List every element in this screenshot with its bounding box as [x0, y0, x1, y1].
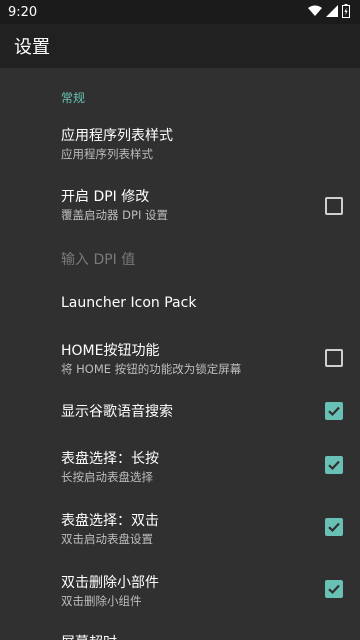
pref-summary: 双击删除小组件	[61, 594, 142, 608]
pref-title: 表盘选择：长按	[61, 451, 159, 467]
wifi-icon	[308, 5, 322, 16]
pref-summary: 覆盖启动器 DPI 设置	[61, 208, 168, 222]
battery-icon	[342, 4, 350, 18]
pref-input-dpi[interactable]: 输入 DPI 值	[0, 240, 360, 276]
pref-enable-dpi[interactable]: 开启 DPI 修改 覆盖启动器 DPI 设置	[0, 180, 360, 230]
pref-summary: 应用程序列表样式	[61, 147, 153, 161]
check-icon	[328, 522, 340, 533]
pref-screen-timeout[interactable]: 屏幕超时	[0, 626, 360, 640]
pref-icon-pack[interactable]: Launcher Icon Pack	[0, 286, 360, 322]
pref-title: 输入 DPI 值	[61, 252, 136, 268]
check-icon	[328, 584, 340, 595]
pref-home-button[interactable]: HOME按钮功能 将 HOME 按钮的功能改为锁定屏幕	[0, 332, 360, 382]
pref-summary: 将 HOME 按钮的功能改为锁定屏幕	[61, 362, 242, 376]
dial-long-press-checkbox[interactable]	[325, 456, 343, 474]
status-time: 9:20	[8, 4, 38, 20]
page-title: 设置	[14, 37, 50, 58]
pref-title: 表盘选择：双击	[61, 513, 159, 529]
pref-dial-double-tap[interactable]: 表盘选择：双击 双击启动表盘设置	[0, 502, 360, 552]
home-button-checkbox[interactable]	[325, 349, 343, 367]
app-bar: 设置	[0, 24, 360, 68]
google-voice-checkbox[interactable]	[325, 402, 343, 420]
dial-double-tap-checkbox[interactable]	[325, 518, 343, 536]
pref-title: 开启 DPI 修改	[61, 189, 150, 205]
pref-title: 双击删除小部件	[61, 575, 159, 591]
delete-widget-checkbox[interactable]	[325, 580, 343, 598]
pref-summary: 长按启动表盘选择	[61, 470, 153, 484]
check-icon	[328, 406, 340, 417]
pref-title: 显示谷歌语音搜索	[61, 404, 173, 420]
check-icon	[328, 460, 340, 471]
pref-title: 屏幕超时	[61, 632, 117, 640]
category-general-header: 常规	[61, 91, 86, 105]
enable-dpi-checkbox[interactable]	[325, 197, 343, 215]
pref-dial-long-press[interactable]: 表盘选择：长按 长按启动表盘选择	[0, 440, 360, 490]
pref-double-tap-delete-widget[interactable]: 双击删除小部件 双击删除小组件	[0, 564, 360, 614]
status-bar: 9:20	[0, 0, 360, 24]
pref-title: 应用程序列表样式	[61, 128, 173, 144]
status-icons	[308, 4, 350, 18]
pref-app-list-style[interactable]: 应用程序列表样式 应用程序列表样式	[0, 120, 360, 170]
signal-icon	[326, 5, 338, 17]
pref-google-voice-search[interactable]: 显示谷歌语音搜索	[0, 392, 360, 428]
pref-title: HOME按钮功能	[61, 343, 160, 359]
pref-title: Launcher Icon Pack	[61, 295, 197, 311]
pref-summary: 双击启动表盘设置	[61, 532, 153, 546]
